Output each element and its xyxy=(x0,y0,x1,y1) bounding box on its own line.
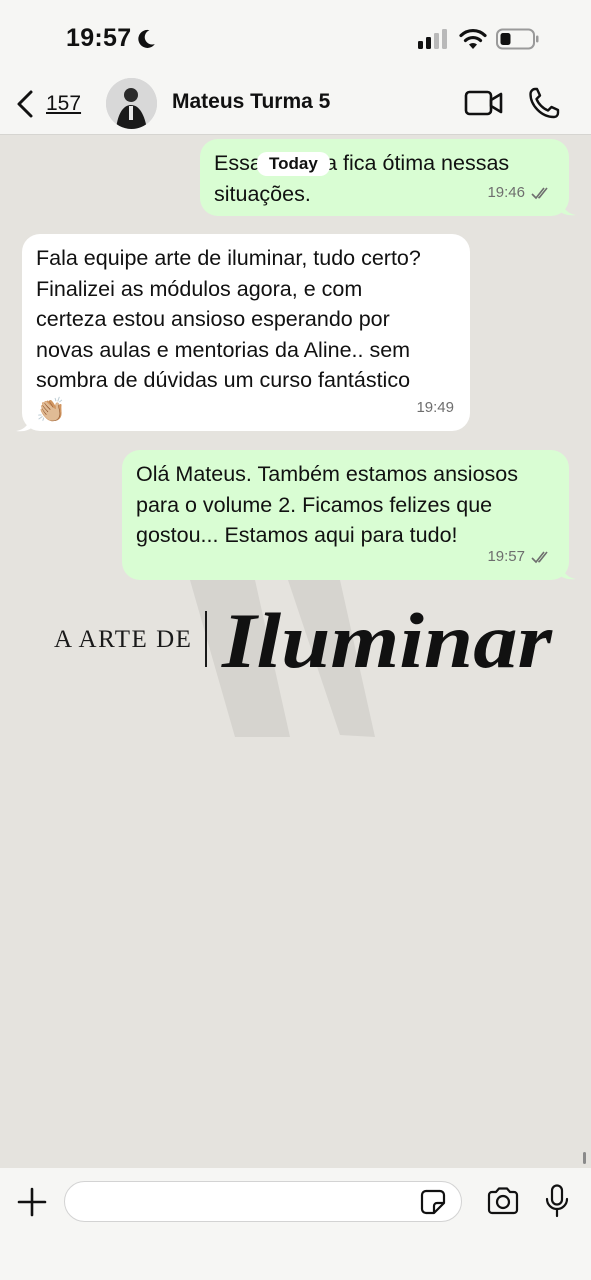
status-time: 19:57 xyxy=(66,24,132,52)
logo-wordmark: Iluminar xyxy=(221,597,553,684)
message-meta: 19:46 xyxy=(487,178,553,209)
clapping-hands-emoji: 👏🏼 xyxy=(36,396,66,424)
avatar[interactable] xyxy=(106,78,157,129)
double-check-icon xyxy=(531,551,548,563)
message-time: 19:49 xyxy=(416,398,454,416)
message-text-line: para o volume 2. Ficamos felizes que xyxy=(136,492,493,517)
scrollbar[interactable] xyxy=(583,1152,586,1164)
plus-icon[interactable] xyxy=(16,1186,48,1218)
message-time: 19:57 xyxy=(487,547,525,565)
message-meta: 19:49 xyxy=(416,393,454,424)
date-separator: Today xyxy=(257,152,330,176)
message-bubble-incoming[interactable]: Fala equipe arte de iluminar, tudo certo… xyxy=(22,234,470,431)
moon-icon xyxy=(138,29,155,48)
avatar-photo xyxy=(106,78,157,129)
bubble-tail xyxy=(16,414,32,432)
double-check-icon xyxy=(531,187,548,199)
camera-icon[interactable] xyxy=(486,1187,520,1215)
message-input[interactable] xyxy=(64,1181,462,1222)
wifi-icon xyxy=(459,28,487,49)
a-arte-de-iluminar-logo: A ARTE DE Iluminar xyxy=(54,580,553,737)
battery-icon xyxy=(496,28,539,50)
bubble-tail xyxy=(560,198,576,216)
message-time: 19:46 xyxy=(487,183,525,201)
message-text-line: novas aulas e mentorias da Aline.. sem xyxy=(36,337,411,362)
unread-count: 157 xyxy=(46,92,82,115)
message-text-line: certeza estou ansioso esperando por xyxy=(36,307,390,331)
message-text-line: Finalizei as módulos agora, e com xyxy=(36,276,363,301)
message-meta: 19:57 xyxy=(487,542,553,573)
message-text-line: sombra de dúvidas um curso fantástico xyxy=(36,368,411,392)
phone-call-icon[interactable] xyxy=(528,86,560,120)
sticker-icon[interactable] xyxy=(420,1189,446,1215)
signal-icon xyxy=(418,29,447,49)
message-text-line: Fala equipe arte de iluminar, tudo certo… xyxy=(36,246,421,270)
message-bubble-outgoing[interactable]: Essa história fica ótima nessas situaçõe… xyxy=(200,139,569,216)
logo-prefix: A ARTE DE xyxy=(54,626,192,653)
message-bubble-outgoing[interactable]: Olá Mateus. Também estamos ansiosos para… xyxy=(122,450,569,580)
video-call-icon[interactable] xyxy=(464,88,504,118)
back-button[interactable]: 157 xyxy=(14,86,81,122)
message-text-line: Olá Mateus. Também estamos ansiosos xyxy=(136,462,518,486)
back-chevron-icon xyxy=(17,90,33,118)
contact-name[interactable]: Mateus Turma 5 xyxy=(172,90,330,114)
microphone-icon[interactable] xyxy=(544,1184,570,1218)
